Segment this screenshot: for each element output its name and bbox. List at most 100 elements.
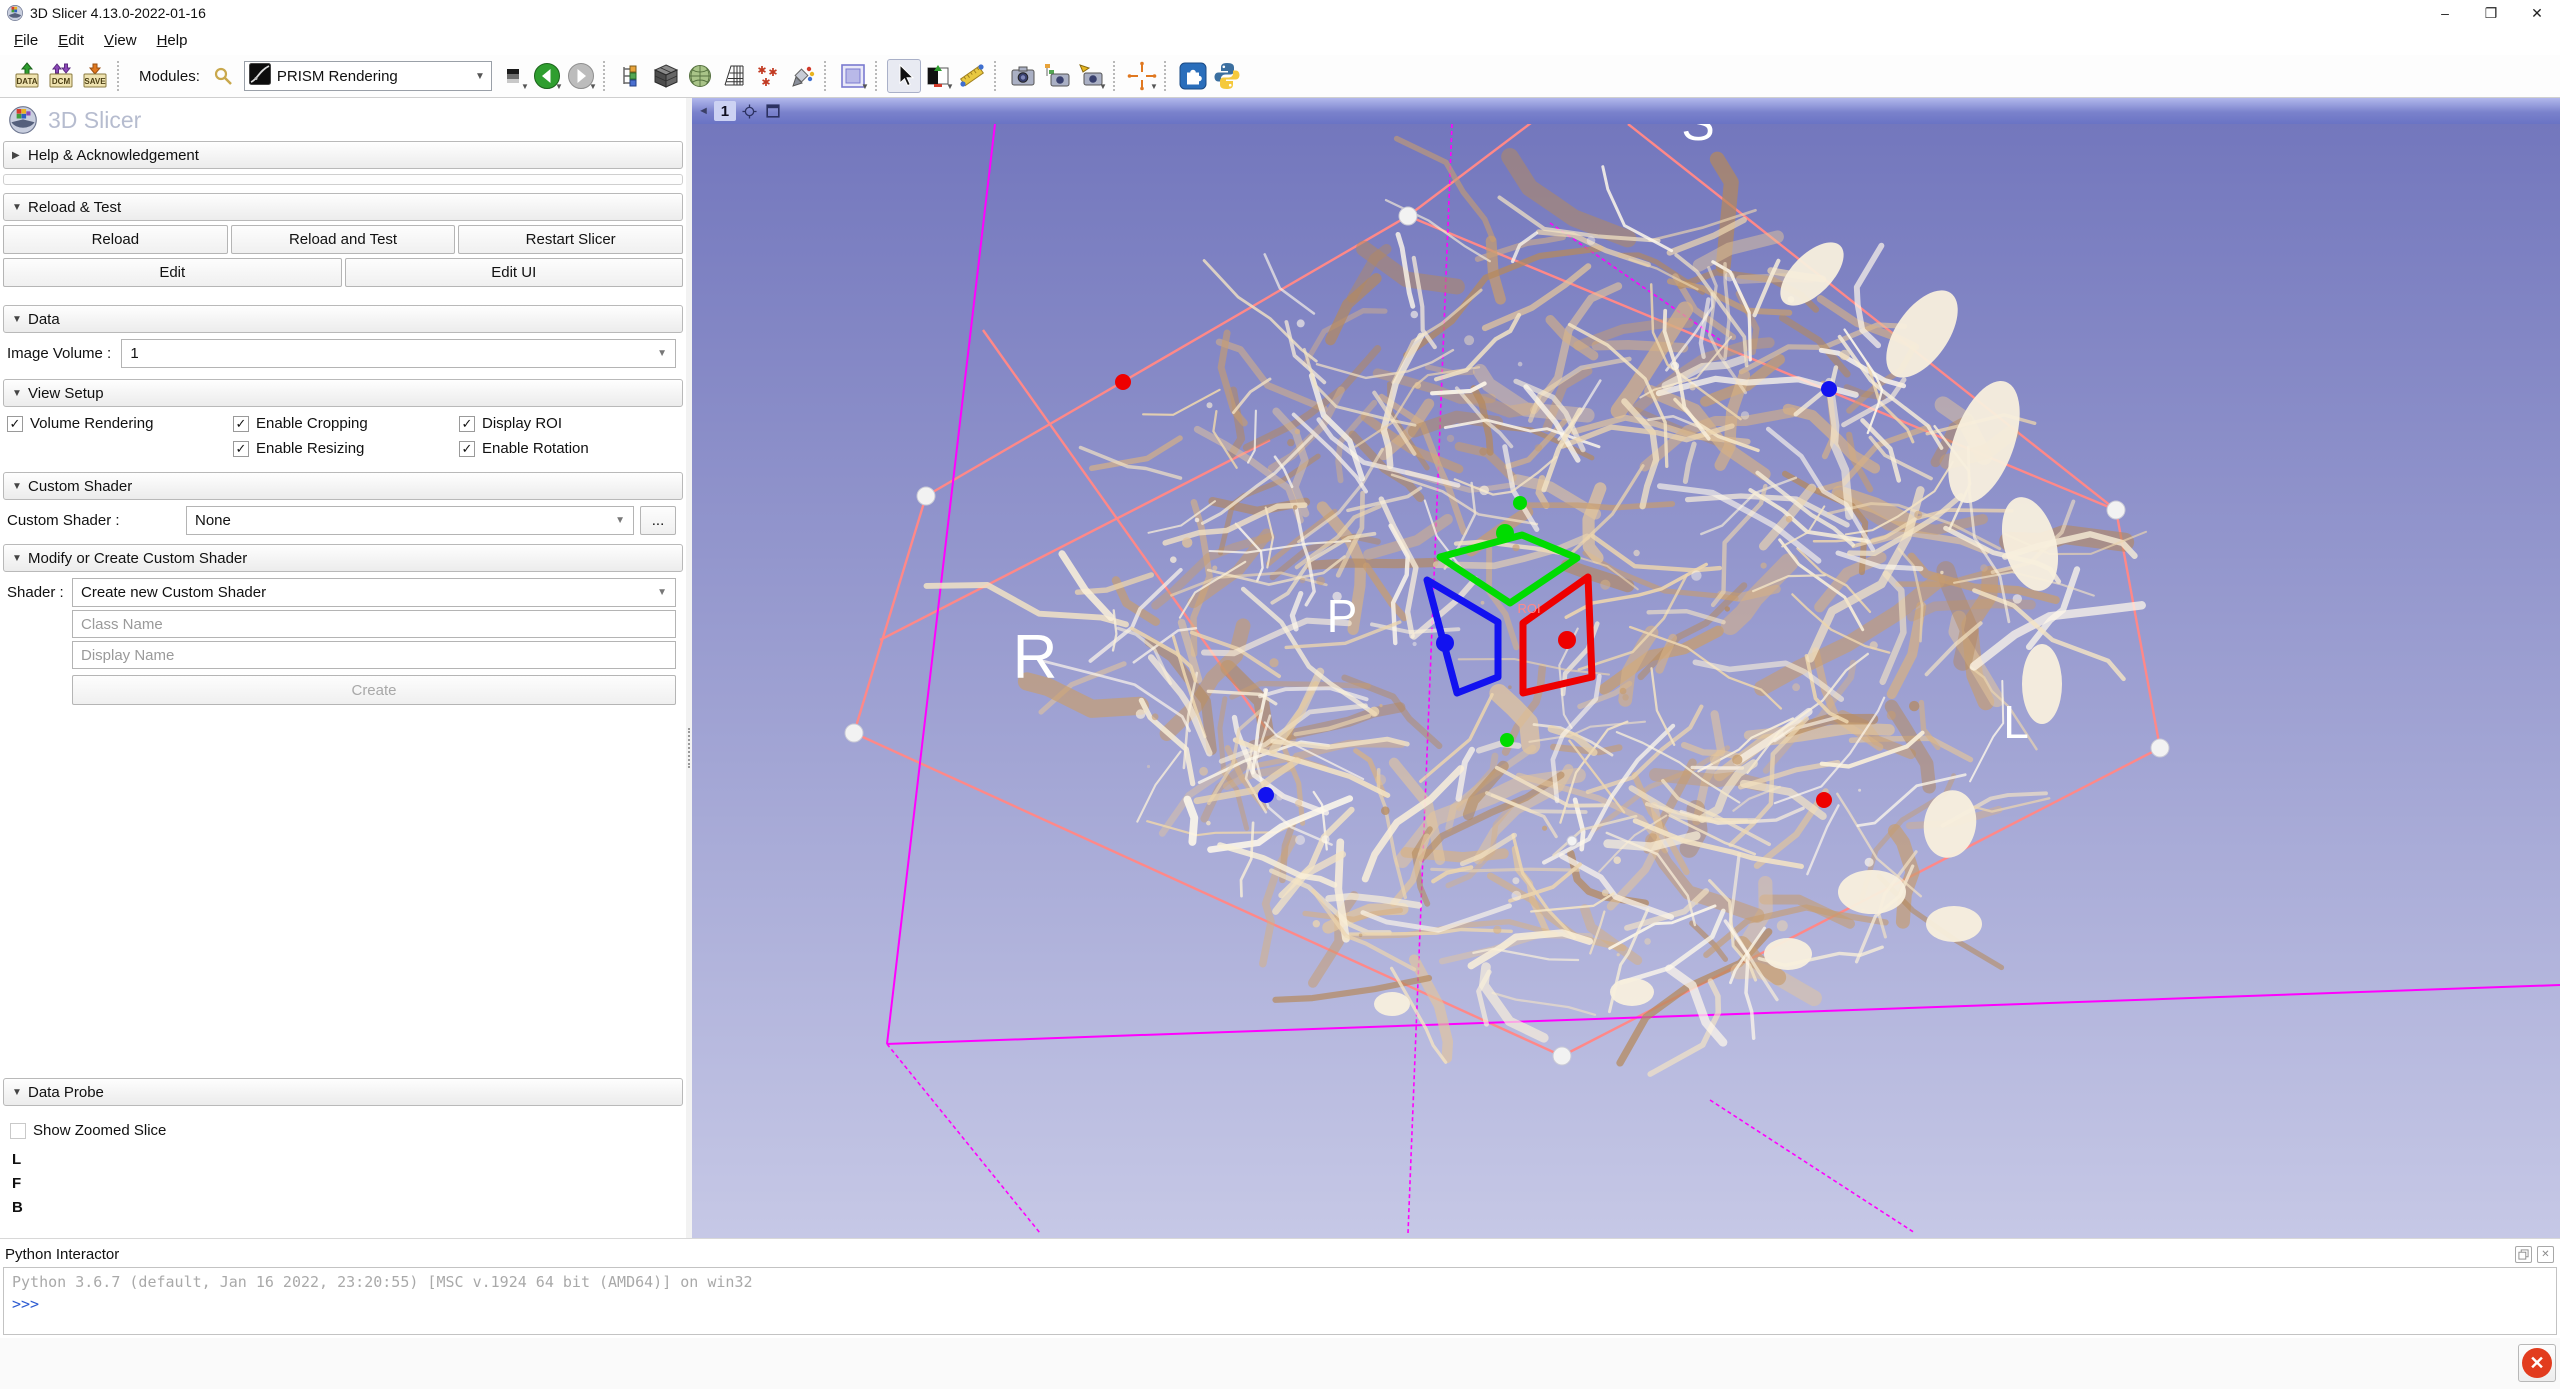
section-title: Help & Acknowledgement <box>28 147 199 164</box>
chevron-down-icon: ▼ <box>657 587 667 598</box>
measurements-icon[interactable] <box>955 59 989 93</box>
menu-edit[interactable]: Edit <box>48 26 94 55</box>
maximize-view-icon[interactable] <box>764 102 782 120</box>
models-module-icon[interactable] <box>683 59 717 93</box>
svg-text:S: S <box>1681 124 1714 151</box>
expanded-arrow-icon: ▼ <box>12 1087 28 1098</box>
threed-view-controller-bar: ◄ 1 <box>692 98 2560 124</box>
module-panel: 3D Slicer ▶ Help & Acknowledgement ▼ Rel… <box>0 98 686 1238</box>
section-help-acknowledgement[interactable]: ▶ Help & Acknowledgement <box>3 141 683 169</box>
menu-file[interactable]: File <box>4 26 48 55</box>
module-selector-value: PRISM Rendering <box>271 68 475 85</box>
volume-rendering-checkbox[interactable]: ✓Volume Rendering <box>7 415 233 432</box>
screenshot-icon[interactable] <box>1006 59 1040 93</box>
extensions-manager-icon[interactable] <box>1176 59 1210 93</box>
section-title: Reload & Test <box>28 199 121 216</box>
svg-text:R: R <box>1013 623 1058 692</box>
display-roi-checkbox[interactable]: ✓ Display ROI <box>459 415 683 432</box>
threed-view: ◄ 1 SRPLIROI <box>692 98 2560 1238</box>
error-log-button[interactable]: ✕ <box>2518 1344 2556 1382</box>
center-view-icon[interactable] <box>741 102 759 120</box>
crosshair-icon[interactable]: ▼ <box>1125 59 1159 93</box>
class-name-input[interactable]: Class Name <box>72 610 676 638</box>
window-level-icon[interactable]: ▼ <box>921 59 955 93</box>
forward-icon[interactable]: ▼ <box>564 59 598 93</box>
scene-views-icon[interactable] <box>1040 59 1074 93</box>
expanded-arrow-icon: ▼ <box>12 202 28 213</box>
create-button[interactable]: Create <box>72 675 676 705</box>
toolbar-separator <box>117 61 124 91</box>
edit-button[interactable]: Edit <box>3 258 342 287</box>
expanded-arrow-icon: ▼ <box>12 314 28 325</box>
menu-help[interactable]: Help <box>147 26 198 55</box>
checkbox-label: Enable Cropping <box>256 415 368 432</box>
pin-collapse-icon[interactable]: ◄ <box>698 105 709 117</box>
data-module-icon[interactable] <box>615 59 649 93</box>
checkbox-box: ✓ <box>459 416 475 432</box>
reload-button[interactable]: Reload <box>3 225 228 254</box>
checkbox-label: Show Zoomed Slice <box>33 1122 166 1139</box>
restart-slicer-button[interactable]: Restart Slicer <box>458 225 683 254</box>
float-panel-icon[interactable] <box>2515 1246 2532 1263</box>
svg-text:I: I <box>1489 1231 1500 1238</box>
python-console-icon[interactable] <box>1210 59 1244 93</box>
module-history-icon[interactable]: ▼ <box>496 59 530 93</box>
data-probe-layer-rows: LFB <box>12 1151 686 1216</box>
toolbar-separator <box>603 61 610 91</box>
edit-ui-button[interactable]: Edit UI <box>345 258 684 287</box>
section-data[interactable]: ▼ Data <box>3 305 683 333</box>
show-zoomed-slice-checkbox[interactable]: Show Zoomed Slice <box>10 1122 686 1139</box>
svg-text:SAVE: SAVE <box>84 77 106 86</box>
chevron-down-icon: ▼ <box>521 82 529 91</box>
error-icon: ✕ <box>2522 1348 2552 1378</box>
load-data-icon[interactable]: DATA <box>10 59 44 93</box>
threed-viewport[interactable]: SRPLIROI <box>692 124 2560 1238</box>
markups-module-icon[interactable]: ✱✱✱ <box>751 59 785 93</box>
section-reload-test[interactable]: ▼ Reload & Test <box>3 193 683 221</box>
maximize-button[interactable]: ❐ <box>2468 0 2514 26</box>
load-dicom-icon[interactable]: DCM <box>44 59 78 93</box>
section-custom-shader[interactable]: ▼ Custom Shader <box>3 472 683 500</box>
restore-scene-view-icon[interactable]: ▼ <box>1074 59 1108 93</box>
svg-text:ROI: ROI <box>1517 601 1540 616</box>
toolbar-separator <box>994 61 1001 91</box>
menu-view[interactable]: View <box>94 26 147 55</box>
transforms-module-icon[interactable] <box>717 59 751 93</box>
close-button[interactable]: ✕ <box>2514 0 2560 26</box>
image-volume-value: 1 <box>130 345 657 362</box>
module-selector-combobox[interactable]: PRISM Rendering▼ <box>244 61 492 91</box>
window-title: 3D Slicer 4.13.0-2022-01-16 <box>30 5 206 21</box>
checkbox-label: Display ROI <box>482 415 562 432</box>
checkbox-label: Volume Rendering <box>30 415 153 432</box>
section-modify-create-shader[interactable]: ▼ Modify or Create Custom Shader <box>3 544 683 572</box>
enable-resizing-checkbox[interactable]: ✓Enable Resizing <box>233 440 459 457</box>
annotations-module-icon[interactable] <box>785 59 819 93</box>
enable-rotation-checkbox[interactable]: ✓Enable Rotation <box>459 440 683 457</box>
layout-selector-icon[interactable]: ▼ <box>836 59 870 93</box>
toolbar-separator <box>875 61 882 91</box>
close-panel-icon[interactable]: ✕ <box>2537 1246 2554 1263</box>
svg-text:DCM: DCM <box>52 77 71 86</box>
slicer-logo-icon <box>8 105 38 135</box>
checkbox-box: ✓ <box>233 416 249 432</box>
minimize-button[interactable]: – <box>2422 0 2468 26</box>
section-view-setup[interactable]: ▼ View Setup <box>3 379 683 407</box>
toolbar-separator <box>824 61 831 91</box>
display-name-input[interactable]: Display Name <box>72 641 676 669</box>
toolbar-separator <box>1113 61 1120 91</box>
enable-cropping-checkbox[interactable]: ✓ Enable Cropping <box>233 415 459 432</box>
reload-and-test-button[interactable]: Reload and Test <box>231 225 456 254</box>
custom-shader-combobox[interactable]: None ▼ <box>186 506 634 535</box>
python-prompt[interactable]: >>> <box>12 1295 2548 1313</box>
custom-shader-more-button[interactable]: ... <box>640 506 676 535</box>
back-icon[interactable]: ▼ <box>530 59 564 93</box>
shader-combobox[interactable]: Create new Custom Shader ▼ <box>72 578 676 607</box>
module-search-icon[interactable] <box>206 59 240 93</box>
python-console[interactable]: Python 3.6.7 (default, Jan 16 2022, 23:2… <box>3 1267 2557 1335</box>
mouse-interaction-icon[interactable] <box>887 59 921 93</box>
chevron-down-icon: ▼ <box>946 82 954 91</box>
volumes-module-icon[interactable] <box>649 59 683 93</box>
image-volume-combobox[interactable]: 1 ▼ <box>121 339 676 368</box>
save-icon[interactable]: SAVE <box>78 59 112 93</box>
section-data-probe[interactable]: ▼ Data Probe <box>3 1078 683 1106</box>
